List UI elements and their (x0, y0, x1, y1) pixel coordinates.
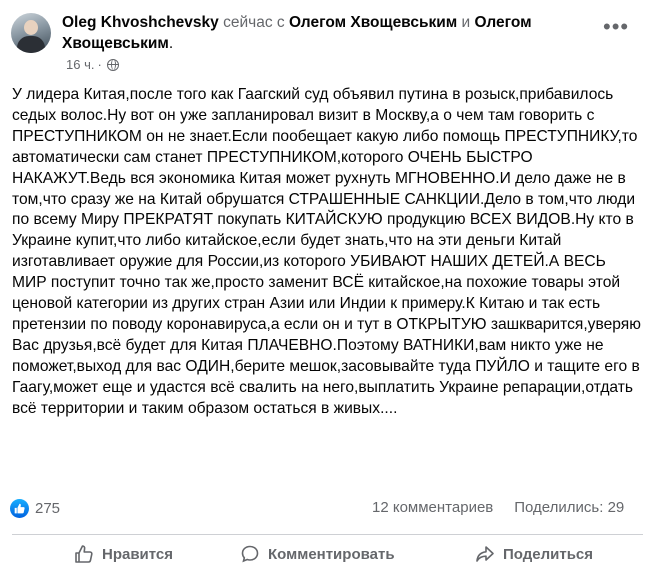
header-connector: сейчас с (223, 14, 285, 31)
engagement-counts: 12 комментариев Поделились: 29 (372, 499, 624, 516)
post-timestamp[interactable]: 16 ч. (66, 57, 94, 72)
meta-separator: · (97, 57, 102, 72)
divider (12, 534, 643, 535)
tagged-user-1[interactable]: Олегом Хвощевським (289, 14, 457, 31)
comment-count[interactable]: 12 комментариев (372, 499, 493, 516)
share-label: Поделиться (503, 545, 594, 563)
share-icon (475, 544, 495, 564)
comment-label: Комментировать (268, 545, 395, 563)
header-conjunction: и (461, 14, 471, 31)
like-button[interactable]: Нравится (74, 538, 173, 570)
header-end-dot: . (168, 35, 174, 52)
like-reaction-icon (10, 499, 29, 518)
thumbs-up-icon (74, 544, 94, 564)
post-meta: 16 ч. · (66, 57, 119, 72)
post-text: У лидера Китая,после того как Гаагский с… (12, 86, 641, 417)
reaction-count: 275 (35, 500, 61, 517)
reactions-summary[interactable]: 275 (10, 499, 60, 518)
like-label: Нравится (102, 545, 174, 563)
avatar[interactable] (11, 13, 51, 53)
action-bar: Нравится Комментировать Поделиться (0, 538, 655, 570)
comment-button[interactable]: Комментировать (240, 538, 395, 570)
share-button[interactable]: Поделиться (475, 538, 593, 570)
comment-icon (240, 544, 260, 564)
more-icon[interactable]: ••• (603, 14, 629, 40)
globe-icon[interactable] (106, 58, 119, 71)
author-name[interactable]: Oleg Khvoshchevsky (62, 14, 219, 31)
avatar-head (24, 20, 38, 35)
share-count[interactable]: Поделились: 29 (514, 499, 624, 516)
post-header: Oleg Khvoshchevsky сейчас с Олегом Хвоще… (62, 12, 582, 54)
post-card: Oleg Khvoshchevsky сейчас с Олегом Хвоще… (0, 0, 655, 570)
avatar-body (17, 36, 45, 53)
